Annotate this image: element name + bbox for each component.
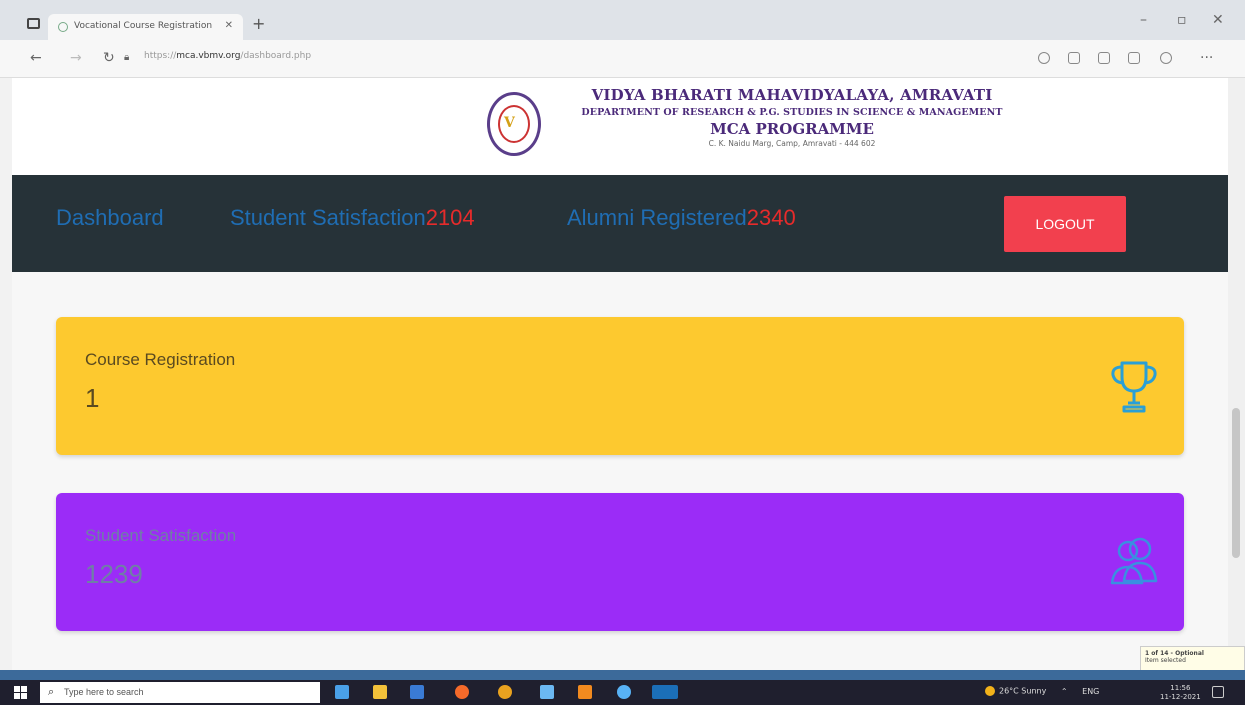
search-icon: ⌕ <box>48 686 55 698</box>
minimize-icon[interactable]: – <box>1140 12 1147 28</box>
windows-taskbar: ⌕ Type here to search 26°C Sunny ⌃ ENG 1… <box>0 680 1245 705</box>
close-tab-icon[interactable]: ✕ <box>225 20 233 31</box>
window-menu-icon[interactable] <box>27 18 40 29</box>
course-registration-value: 1 <box>85 383 100 413</box>
nav-alumni-label: Alumni Registered <box>567 205 747 230</box>
clock[interactable]: 11:56 11-12-2021 <box>1160 684 1201 702</box>
search-placeholder: Type here to search <box>64 687 144 697</box>
task-view-icon[interactable] <box>335 685 349 699</box>
favicon-icon <box>58 22 68 32</box>
site-header: V VIDYA BHARATI MAHAVIDYALAYA, AMRAVATI … <box>12 78 1228 175</box>
nav-alumni-registered[interactable]: Alumni Registered2340 <box>567 205 796 231</box>
student-satisfaction-label: Student Satisfaction <box>85 526 237 545</box>
store-icon[interactable] <box>617 685 631 699</box>
course-registration-card[interactable]: Course Registration 1 <box>56 317 1184 455</box>
lock-icon: 🔒︎ <box>124 52 130 63</box>
maximize-icon[interactable]: ▫ <box>1177 12 1187 28</box>
forward-icon[interactable]: → <box>70 50 82 66</box>
refresh-icon[interactable]: ↻ <box>103 50 115 66</box>
profile-icon[interactable] <box>1160 52 1172 64</box>
url-path: /dashboard.php <box>240 51 312 61</box>
url-field[interactable]: https://mca.vbmv.org/dashboard.php <box>144 51 311 61</box>
nav-student-satisfaction[interactable]: Student Satisfaction2104 <box>230 205 475 231</box>
weather-icon <box>985 686 995 696</box>
back-icon[interactable]: ← <box>30 50 42 66</box>
popup-line-1: 1 of 14 - Optional <box>1145 650 1204 657</box>
mail-icon[interactable] <box>410 685 424 699</box>
main-navbar: Dashboard Student Satisfaction2104 Alumn… <box>12 175 1228 272</box>
programme-name: MCA PROGRAMME <box>710 120 874 138</box>
taskbar-search[interactable]: ⌕ Type here to search <box>40 682 320 703</box>
nav-alumni-count: 2340 <box>746 205 796 230</box>
student-satisfaction-card[interactable]: Student Satisfaction 1239 <box>56 493 1184 631</box>
favorites-icon[interactable] <box>1098 52 1110 64</box>
popup-line-2: Item selected <box>1145 657 1186 664</box>
file-explorer-icon[interactable] <box>373 685 387 699</box>
language-indicator[interactable]: ENG <box>1082 687 1099 696</box>
browser-tab[interactable]: Vocational Course Registration ✕ <box>48 14 243 40</box>
tray-chevron-icon[interactable]: ⌃ <box>1061 687 1068 696</box>
web-page: V VIDYA BHARATI MAHAVIDYALAYA, AMRAVATI … <box>12 78 1228 670</box>
start-icon[interactable] <box>14 686 27 699</box>
notifications-icon[interactable] <box>1212 686 1224 698</box>
address-bar: ← → ↻ 🔒︎ https://mca.vbmv.org/dashboard.… <box>0 40 1245 78</box>
collections-icon[interactable] <box>1128 52 1140 64</box>
clock-time: 11:56 <box>1170 684 1191 692</box>
edge-icon[interactable] <box>652 685 678 699</box>
college-address: C. K. Naidu Marg, Camp, Amravati - 444 6… <box>708 139 876 148</box>
college-logo: V <box>487 92 541 156</box>
scrollbar-thumb[interactable] <box>1232 408 1240 558</box>
tab-title: Vocational Course Registration <box>74 21 213 31</box>
more-options-icon[interactable]: ··· <box>1200 50 1213 66</box>
nav-student-satisfaction-label: Student Satisfaction <box>230 205 426 230</box>
chrome-icon[interactable] <box>498 685 512 699</box>
logout-button[interactable]: LOGOUT <box>1004 196 1126 252</box>
url-prefix: https:// <box>144 51 177 61</box>
weather-text: 26°C Sunny <box>999 686 1047 696</box>
firefox-icon[interactable] <box>455 685 469 699</box>
vlc-icon[interactable] <box>578 685 592 699</box>
system-tray[interactable]: 26°C Sunny ⌃ ENG <box>985 686 1099 696</box>
browser-tab-bar: Vocational Course Registration ✕ + – ▫ ✕ <box>0 0 1245 40</box>
college-info: VIDYA BHARATI MAHAVIDYALAYA, AMRAVATI DE… <box>562 86 1022 148</box>
close-window-icon[interactable]: ✕ <box>1212 12 1224 28</box>
users-icon <box>1110 537 1158 585</box>
trophy-icon <box>1111 361 1157 413</box>
department-name: DEPARTMENT OF RESEARCH & P.G. STUDIES IN… <box>581 107 1003 118</box>
reading-view-icon[interactable] <box>1068 52 1080 64</box>
url-host: mca.vbmv.org <box>176 51 241 61</box>
nav-dashboard[interactable]: Dashboard <box>56 205 164 231</box>
course-registration-label: Course Registration <box>85 350 236 369</box>
student-satisfaction-value: 1239 <box>85 559 143 589</box>
college-name: VIDYA BHARATI MAHAVIDYALAYA, AMRAVATI <box>591 86 993 104</box>
page-scrollbar[interactable] <box>1228 78 1245 670</box>
photos-icon[interactable] <box>540 685 554 699</box>
status-strip <box>0 670 1245 680</box>
zoom-icon[interactable] <box>1038 52 1050 64</box>
new-tab-icon[interactable]: + <box>252 14 265 33</box>
nav-student-satisfaction-count: 2104 <box>425 205 475 230</box>
clock-date: 11-12-2021 <box>1160 693 1201 701</box>
